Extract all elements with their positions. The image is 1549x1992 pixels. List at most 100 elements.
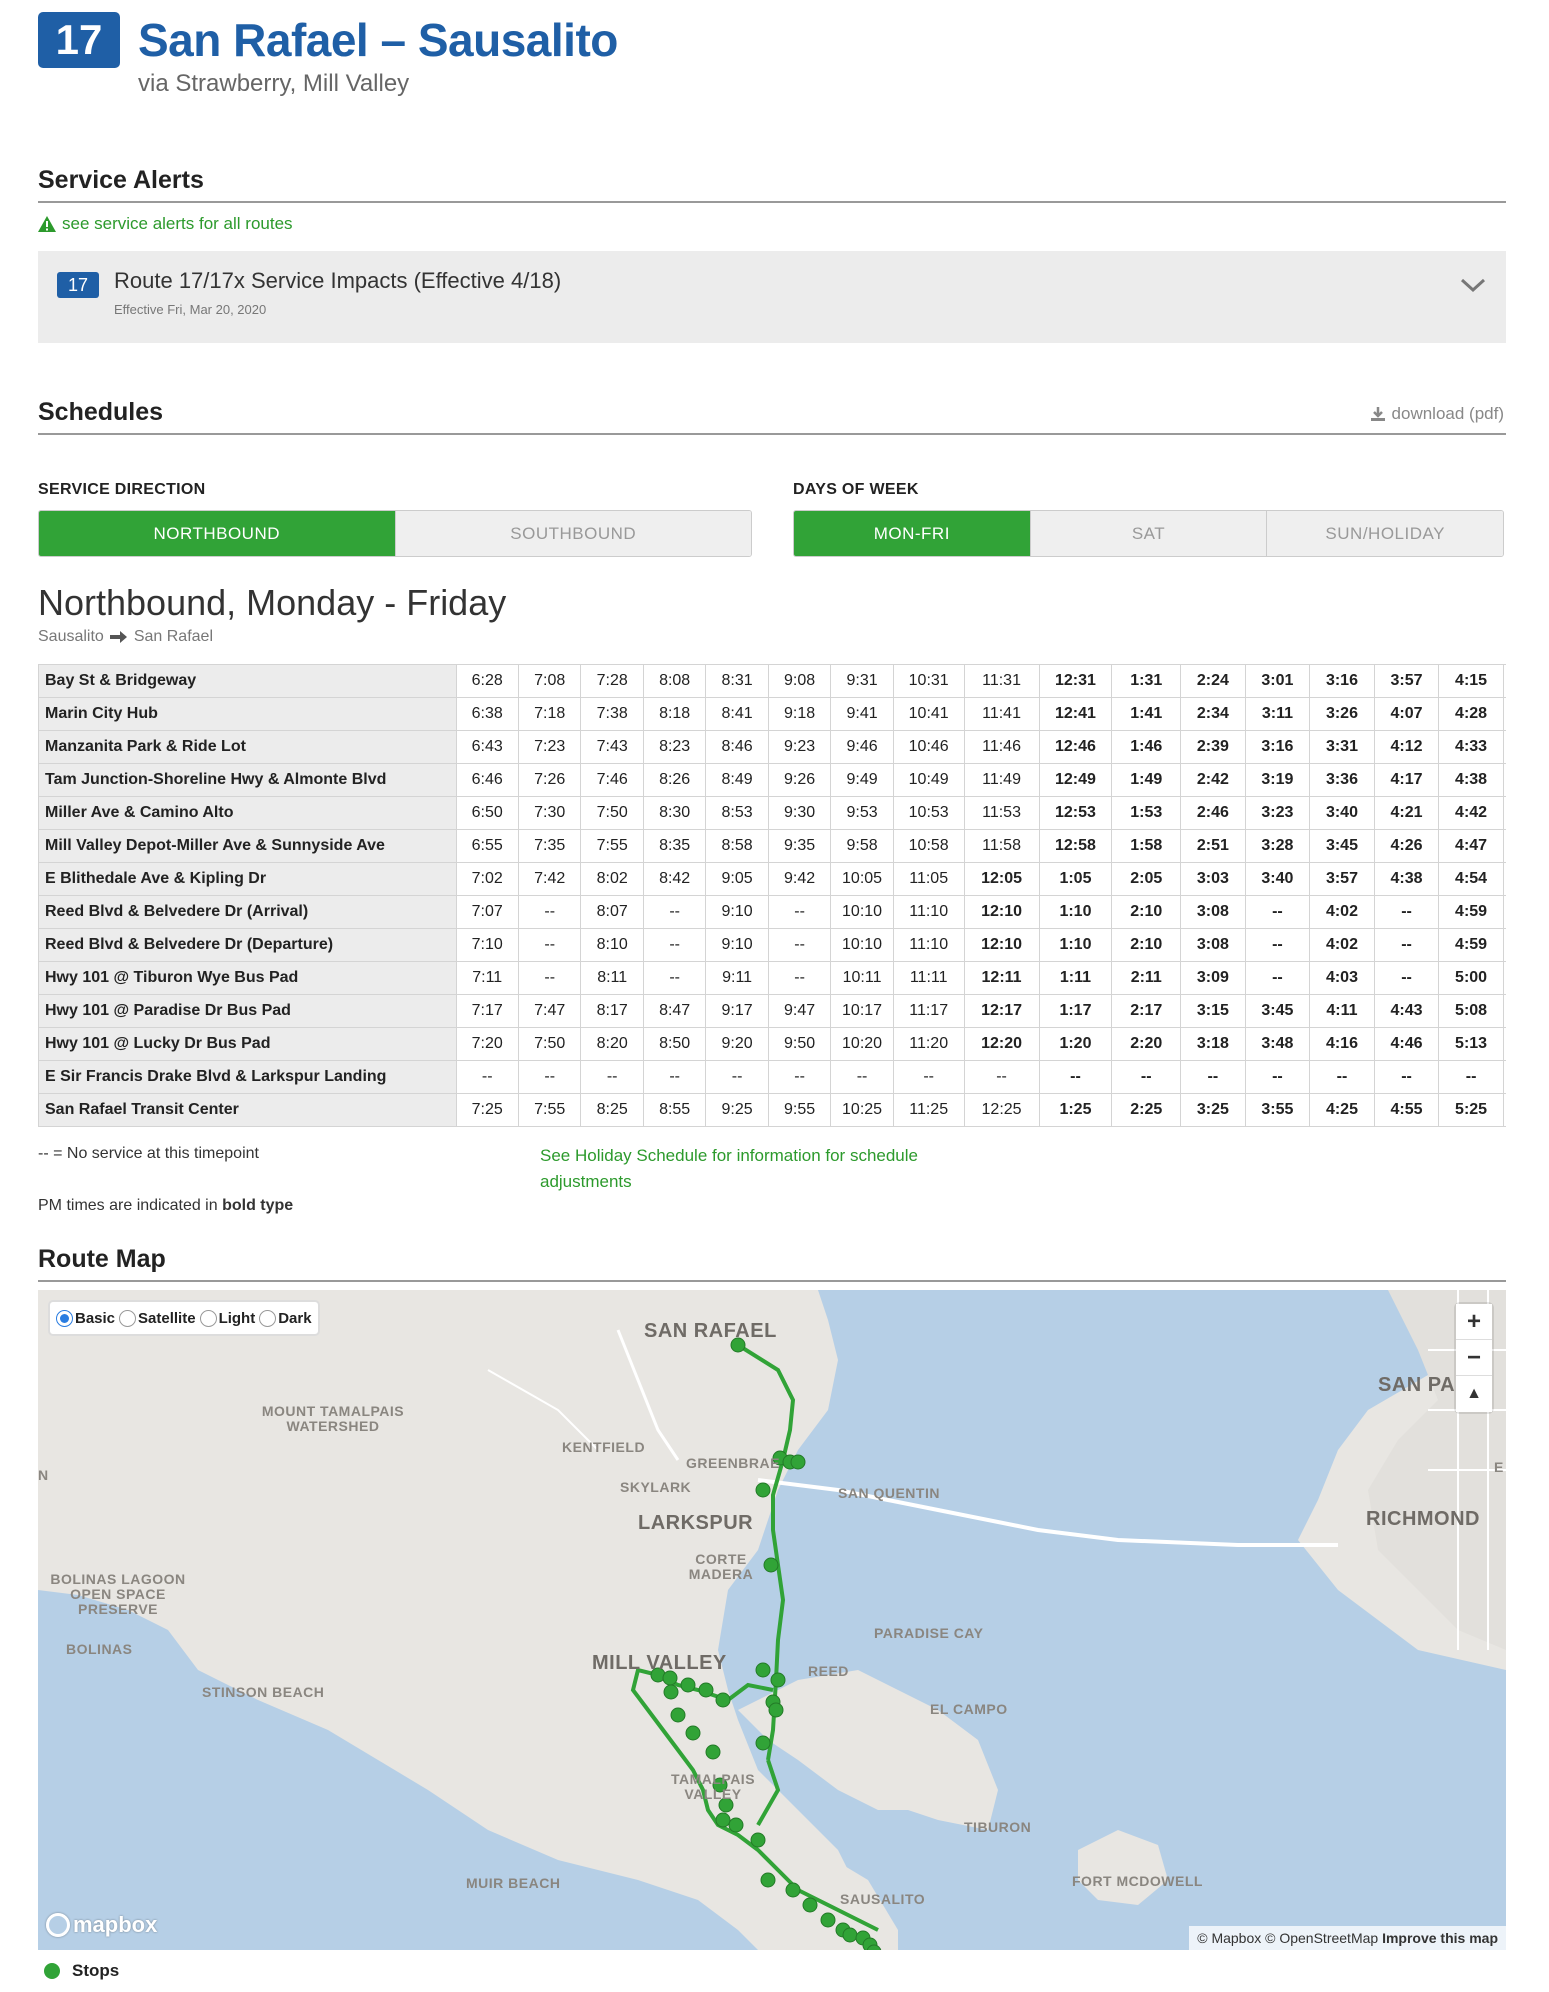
zoom-out-button[interactable]: − bbox=[1456, 1340, 1492, 1376]
time-cell: 5:4 bbox=[1502, 1027, 1506, 1061]
stop-marker[interactable] bbox=[663, 1684, 679, 1700]
style-basic-radio[interactable]: Basic bbox=[56, 1309, 115, 1327]
style-dark-radio[interactable]: Dark bbox=[259, 1309, 312, 1327]
place-label: SAN RAFAEL bbox=[644, 1320, 777, 1342]
time-cell: 9:49 bbox=[830, 763, 894, 797]
table-row: Reed Blvd & Belvedere Dr (Departure) 7:10… bbox=[38, 928, 1506, 962]
time-cell: 12:25 bbox=[963, 1093, 1040, 1127]
stop-marker[interactable] bbox=[760, 1872, 776, 1888]
style-satellite-radio[interactable]: Satellite bbox=[119, 1309, 196, 1327]
southbound-button[interactable]: SOUTHBOUND bbox=[395, 511, 751, 556]
stop-marker[interactable] bbox=[755, 1662, 771, 1678]
time-cell: 5:1 bbox=[1502, 730, 1506, 764]
time-cell: 8:53 bbox=[705, 796, 769, 830]
stop-marker[interactable] bbox=[698, 1682, 714, 1698]
stop-marker[interactable] bbox=[768, 1702, 784, 1718]
time-cell: 3:11 bbox=[1244, 697, 1311, 731]
time-cell: 3:01 bbox=[1244, 664, 1311, 698]
stop-marker[interactable] bbox=[842, 1927, 858, 1943]
time-cell: 12:49 bbox=[1038, 763, 1113, 797]
time-cell: 1:58 bbox=[1111, 829, 1182, 863]
time-cell: 9:31 bbox=[830, 664, 894, 698]
stop-marker[interactable] bbox=[755, 1482, 771, 1498]
stop-name-cell: San Rafael Transit Center bbox=[38, 1093, 457, 1127]
stop-marker[interactable] bbox=[705, 1744, 721, 1760]
time-cell: 3:16 bbox=[1244, 730, 1311, 764]
stop-marker[interactable] bbox=[685, 1725, 701, 1741]
time-cell: 1:53 bbox=[1111, 796, 1182, 830]
stop-marker[interactable] bbox=[802, 1897, 818, 1913]
time-cell: 1:11 bbox=[1038, 961, 1113, 995]
stop-marker[interactable] bbox=[785, 1882, 801, 1898]
stop-marker[interactable] bbox=[770, 1672, 786, 1688]
time-cell: 4:03 bbox=[1309, 961, 1375, 995]
place-label: PARADISE CAY bbox=[874, 1625, 984, 1641]
mapbox-logo[interactable]: mapbox bbox=[46, 1912, 157, 1938]
time-cell: 11:10 bbox=[892, 928, 965, 962]
stop-marker[interactable] bbox=[790, 1454, 806, 1470]
time-cell: 10:31 bbox=[892, 664, 965, 698]
style-label: Satellite bbox=[138, 1309, 196, 1327]
time-cell: 4:02 bbox=[1309, 928, 1375, 962]
time-cell: 5:2 bbox=[1502, 796, 1506, 830]
time-cell: 12:10 bbox=[963, 895, 1040, 929]
time-cell: 10:11 bbox=[830, 961, 894, 995]
zoom-in-button[interactable]: + bbox=[1456, 1304, 1492, 1340]
northbound-button[interactable]: NORTHBOUND bbox=[39, 511, 396, 556]
time-cell: 11:46 bbox=[963, 730, 1040, 764]
time-cell: 5:25 bbox=[1438, 1093, 1504, 1127]
stop-marker[interactable] bbox=[680, 1677, 696, 1693]
download-pdf-link[interactable]: download (pdf) bbox=[1370, 404, 1504, 424]
time-cell: -- bbox=[1111, 1060, 1182, 1094]
mon-fri-button[interactable]: MON-FRI bbox=[794, 511, 1031, 556]
schedule-table-wrapper[interactable]: Bay St & Bridgeway 6:28 7:08 7:28 8:08 8:31 9:… bbox=[38, 664, 1506, 1129]
time-cell: 8:11 bbox=[580, 961, 644, 995]
time-cell: -- bbox=[580, 1060, 644, 1094]
table-row: E Blithedale Ave & Kipling Dr 7:02 7:42 8:0… bbox=[38, 862, 1506, 896]
table-row: Hwy 101 @ Paradise Dr Bus Pad 7:17 7:47 8:1… bbox=[38, 994, 1506, 1028]
time-cell: -- bbox=[1244, 1060, 1311, 1094]
stop-marker[interactable] bbox=[820, 1912, 836, 1928]
table-row: San Rafael Transit Center 7:25 7:55 8:25 8:5… bbox=[38, 1093, 1506, 1127]
improve-map-link[interactable]: Improve this map bbox=[1382, 1930, 1498, 1946]
alert-item[interactable]: 17 Route 17/17x Service Impacts (Effecti… bbox=[38, 251, 1506, 343]
sat-button[interactable]: SAT bbox=[1030, 511, 1268, 556]
time-cell: 5:1 bbox=[1502, 697, 1506, 731]
place-label: RICHMOND bbox=[1366, 1508, 1480, 1530]
table-row: Hwy 101 @ Tiburon Wye Bus Pad 7:11 -- 8:11-… bbox=[38, 961, 1506, 995]
route-map[interactable]: SAN RAFAEL SAN PA MOUNT TAMALPAIS WATERS… bbox=[38, 1290, 1506, 1950]
table-row: Hwy 101 @ Lucky Dr Bus Pad 7:20 7:50 8:20 8:… bbox=[38, 1027, 1506, 1061]
all-alerts-link[interactable]: see service alerts for all routes bbox=[38, 214, 293, 234]
ocean-water bbox=[38, 1590, 758, 1950]
stop-marker[interactable] bbox=[715, 1812, 731, 1828]
time-cell: -- bbox=[642, 928, 707, 962]
stop-marker[interactable] bbox=[763, 1557, 779, 1573]
stop-marker[interactable] bbox=[750, 1832, 766, 1848]
time-cell: 2:10 bbox=[1111, 895, 1182, 929]
time-cell: 2:39 bbox=[1180, 730, 1246, 764]
attribution-text[interactable]: © Mapbox © OpenStreetMap bbox=[1197, 1930, 1378, 1946]
time-cell: 4:59 bbox=[1438, 895, 1504, 929]
time-cell: 2:20 bbox=[1111, 1027, 1182, 1061]
time-cell: 4:15 bbox=[1438, 664, 1504, 698]
stop-marker[interactable] bbox=[728, 1817, 744, 1833]
style-light-radio[interactable]: Light bbox=[199, 1309, 256, 1327]
time-cell: 3:28 bbox=[1244, 829, 1311, 863]
place-label: MILL VALLEY bbox=[592, 1652, 727, 1674]
place-label: REED bbox=[808, 1663, 849, 1679]
place-label: TIBURON bbox=[964, 1819, 1032, 1835]
compass-button[interactable]: ▲ bbox=[1456, 1376, 1492, 1412]
stop-marker[interactable] bbox=[755, 1735, 771, 1751]
time-cell: 10:05 bbox=[830, 862, 894, 896]
map-canvas[interactable] bbox=[38, 1290, 1506, 1950]
time-cell: 5:0 bbox=[1502, 664, 1506, 698]
stop-marker[interactable] bbox=[670, 1707, 686, 1723]
sun-holiday-button[interactable]: SUN/HOLIDAY bbox=[1267, 511, 1503, 556]
chevron-down-icon[interactable] bbox=[1460, 275, 1486, 295]
style-label: Light bbox=[218, 1309, 256, 1327]
holiday-schedule-link[interactable]: See Holiday Schedule for information for… bbox=[540, 1143, 960, 1195]
place-label: E bbox=[1494, 1459, 1504, 1475]
time-cell: 7:38 bbox=[580, 697, 644, 731]
place-label: TAMALPAIS VALLEY bbox=[670, 1771, 756, 1802]
stop-marker[interactable] bbox=[715, 1692, 731, 1708]
